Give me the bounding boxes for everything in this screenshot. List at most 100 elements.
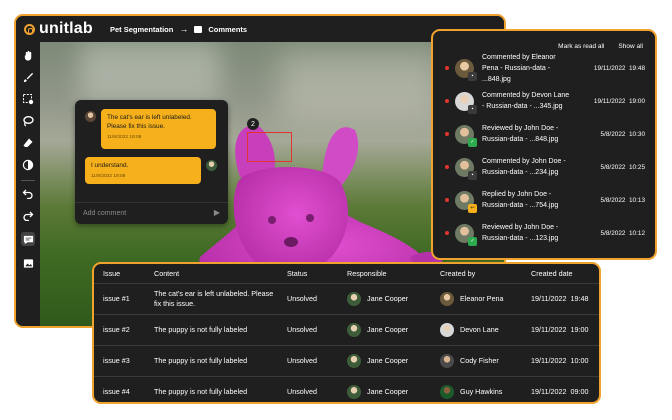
created-by-cell: Eleanor Pena bbox=[440, 291, 504, 306]
brush-icon[interactable] bbox=[21, 70, 35, 84]
issue-status: Unsolved bbox=[287, 325, 317, 334]
add-comment-input[interactable]: Add comment bbox=[83, 210, 126, 217]
notification-time-value: 10:12 bbox=[629, 229, 645, 237]
comment-bubble: The cat's ear is left unlabeled. Please … bbox=[101, 109, 216, 149]
table-header-row: Issue Content Status Responsible Created… bbox=[94, 264, 599, 283]
created-time-value: 10:00 bbox=[570, 356, 589, 365]
column-header-content[interactable]: Content bbox=[154, 269, 274, 279]
avatar bbox=[206, 160, 217, 171]
issue-status: Unsolved bbox=[287, 294, 317, 303]
issue-content: The cat's ear is left unlabeled. Please … bbox=[154, 288, 274, 308]
comment-thread-panel: The cat's ear is left unlabeled. Please … bbox=[75, 100, 228, 224]
created-by-name: Eleanor Pena bbox=[460, 294, 504, 303]
column-header-responsible[interactable]: Responsible bbox=[347, 269, 387, 278]
notification-date-value: 5/8/2022 bbox=[600, 229, 626, 237]
show-all-link[interactable]: Show all bbox=[618, 43, 643, 50]
notification-item[interactable]: ✓ Reviewed by John Doe - Russian-data - … bbox=[445, 119, 645, 149]
notification-date: 5/8/2022 10:25 bbox=[601, 164, 645, 171]
contrast-icon[interactable] bbox=[21, 158, 35, 172]
avatar bbox=[440, 384, 454, 399]
notification-date: 19/11/2022 19:48 bbox=[594, 65, 645, 72]
created-date: 19/11/2022 10:00 bbox=[531, 356, 588, 365]
issue-id: issue #1 bbox=[103, 294, 130, 303]
avatar bbox=[347, 322, 361, 337]
notification-date-value: 5/8/2022 bbox=[600, 130, 626, 138]
notification-item[interactable]: ✓ Reviewed by John Doe - Russian-data - … bbox=[445, 218, 645, 248]
column-header-created-by[interactable]: Created by bbox=[440, 269, 475, 278]
notification-text: Replied by John Doe - Russian-data - ...… bbox=[482, 191, 559, 209]
avatar: ✓ bbox=[455, 223, 477, 246]
mark-all-read-link[interactable]: Mark as read all bbox=[558, 43, 604, 50]
notification-item[interactable]: ▪ Commented by John Doe - Russian-data -… bbox=[445, 152, 645, 182]
issue-status: Unsolved bbox=[287, 387, 317, 396]
issue-selection-box[interactable] bbox=[247, 132, 292, 162]
breadcrumb-project[interactable]: Pet Segmentation bbox=[110, 25, 173, 34]
column-header-status[interactable]: Status bbox=[287, 269, 307, 278]
avatar bbox=[440, 322, 454, 337]
notification-date-value: 5/8/2022 bbox=[600, 196, 626, 204]
created-time-value: 19:48 bbox=[570, 294, 589, 303]
avatar: ✓ bbox=[455, 124, 477, 147]
issue-id: issue #2 bbox=[103, 325, 130, 334]
breadcrumb-page: Comments bbox=[208, 24, 248, 34]
unread-dot bbox=[445, 231, 449, 235]
created-by-name: Cody Fisher bbox=[460, 356, 499, 365]
responsible-cell: Jane Cooper bbox=[347, 353, 408, 368]
comment-badge-icon: ▪ bbox=[468, 104, 477, 114]
divider bbox=[75, 202, 228, 203]
table-row[interactable]: issue #2 The puppy is not fully labeled … bbox=[94, 314, 599, 344]
redo-icon[interactable] bbox=[21, 208, 35, 222]
responsible-name: Jane Cooper bbox=[367, 325, 409, 334]
created-date-value: 19/11/2022 bbox=[531, 356, 567, 365]
magic-select-icon[interactable] bbox=[21, 92, 35, 106]
created-date: 19/11/2022 19:48 bbox=[531, 294, 588, 303]
issue-content: The puppy is not fully labeled bbox=[154, 355, 248, 365]
comment-marker-badge[interactable]: 2 bbox=[247, 118, 259, 130]
unread-dot bbox=[445, 66, 449, 70]
unread-dot bbox=[445, 165, 449, 169]
avatar: ▪ bbox=[455, 157, 477, 180]
comment-badge-icon: ▪ bbox=[468, 170, 477, 180]
lasso-icon[interactable] bbox=[21, 114, 35, 128]
undo-icon[interactable] bbox=[21, 186, 35, 200]
image-icon[interactable] bbox=[21, 256, 35, 270]
table-row[interactable]: issue #4 The puppy is not fully labeled … bbox=[94, 376, 599, 402]
created-by-cell: Cody Fisher bbox=[440, 353, 499, 368]
table-row[interactable]: issue #1 The cat's ear is left unlabeled… bbox=[94, 283, 599, 313]
notification-time-value: 10:25 bbox=[629, 163, 645, 171]
responsible-name: Jane Cooper bbox=[367, 294, 409, 303]
notification-time-value: 19:48 bbox=[629, 64, 645, 72]
send-icon[interactable]: ▶ bbox=[214, 208, 220, 217]
hand-icon[interactable] bbox=[21, 48, 35, 62]
issue-id: issue #3 bbox=[103, 356, 130, 365]
notification-date-value: 19/11/2022 bbox=[593, 97, 626, 105]
reply-bubble: I understand. 11/9/2022 19:08 bbox=[85, 157, 201, 184]
table-row[interactable]: issue #3 The puppy is not fully labeled … bbox=[94, 345, 599, 375]
notification-item[interactable]: ▪ Commented by Eleanor Pena - Russian-da… bbox=[445, 53, 645, 83]
column-header-issue[interactable]: Issue bbox=[103, 269, 120, 278]
notification-date-value: 19/11/2022 bbox=[593, 64, 626, 72]
notification-date: 5/8/2022 10:13 bbox=[601, 197, 645, 204]
toolbar-divider bbox=[21, 180, 35, 181]
logo[interactable]: unitlab bbox=[16, 20, 104, 38]
comment-tool-icon[interactable] bbox=[21, 232, 35, 246]
notification-date: 19/11/2022 19:00 bbox=[594, 98, 645, 105]
created-date: 19/11/2022 19:00 bbox=[531, 325, 588, 334]
notification-item[interactable]: ↩ Replied by John Doe - Russian-data - .… bbox=[445, 185, 645, 215]
created-by-name: Guy Hawkins bbox=[460, 387, 503, 396]
breadcrumb: Pet Segmentation → Comments bbox=[110, 24, 247, 34]
avatar: ↩ bbox=[455, 190, 477, 213]
avatar bbox=[347, 291, 361, 306]
responsible-name: Jane Cooper bbox=[367, 387, 409, 396]
responsible-cell: Jane Cooper bbox=[347, 322, 409, 337]
notification-date: 5/8/2022 10:12 bbox=[601, 230, 645, 237]
column-header-created-date[interactable]: Created date bbox=[531, 269, 573, 278]
notifications-header: Mark as read all Show all bbox=[558, 43, 643, 50]
created-time-value: 19:00 bbox=[570, 325, 589, 334]
eraser-icon[interactable] bbox=[21, 136, 35, 150]
avatar bbox=[347, 384, 361, 399]
notification-item[interactable]: ▪ Commented by Devon Lane - Russian-data… bbox=[445, 86, 645, 116]
notification-date: 5/8/2022 10:30 bbox=[601, 131, 645, 138]
reply-badge-icon: ↩ bbox=[468, 203, 477, 213]
created-date-value: 19/11/2022 bbox=[531, 325, 567, 334]
